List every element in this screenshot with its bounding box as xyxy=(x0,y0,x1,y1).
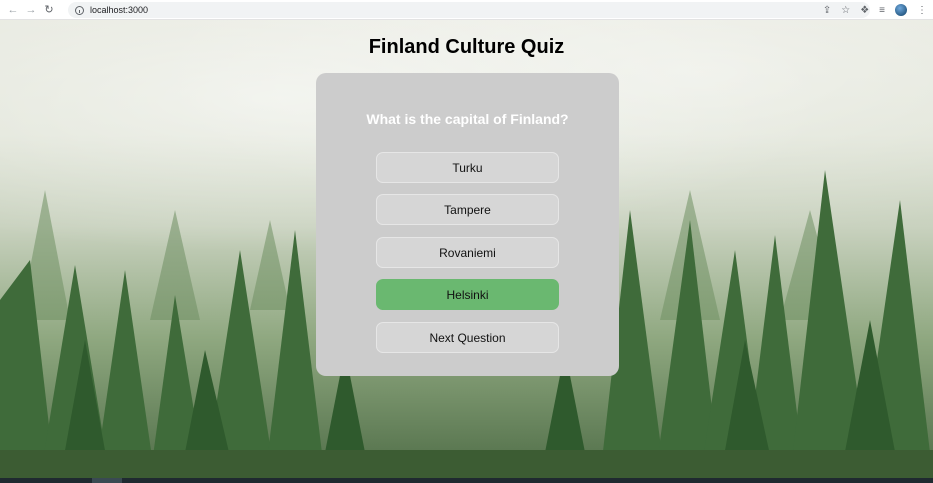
bookmark-star-icon[interactable]: ☆ xyxy=(841,5,850,16)
reload-icon[interactable]: ↻ xyxy=(40,0,58,20)
extensions-icon[interactable]: ❖ xyxy=(860,5,869,16)
answer-button-tampere[interactable]: Tampere xyxy=(376,194,559,225)
share-icon[interactable]: ⇪ xyxy=(823,5,831,16)
answer-button-turku[interactable]: Turku xyxy=(376,152,559,183)
answer-button-helsinki[interactable]: Helsinki xyxy=(376,279,559,310)
back-icon[interactable]: ← xyxy=(4,0,22,20)
taskbar-active-app[interactable] xyxy=(92,478,122,483)
page-viewport: Finland Culture Quiz What is the capital… xyxy=(0,20,933,478)
page-title: Finland Culture Quiz xyxy=(368,36,565,58)
browser-actions: ⇪ ☆ ❖ ≡ ⋮ xyxy=(823,0,927,20)
site-info-icon[interactable] xyxy=(72,3,86,17)
profile-avatar[interactable] xyxy=(895,4,907,16)
answer-button-rovaniemi[interactable]: Rovaniemi xyxy=(376,237,559,268)
browser-toolbar: ← → ↻ localhost:3000 ⇪ ☆ ❖ ≡ ⋮ xyxy=(0,0,933,20)
address-bar[interactable]: localhost:3000 xyxy=(68,2,870,18)
quiz-card: What is the capital of Finland? Turku Ta… xyxy=(316,73,619,376)
url-text[interactable]: localhost:3000 xyxy=(90,5,148,15)
question-text: What is the capital of Finland? xyxy=(366,111,569,127)
os-taskbar xyxy=(0,478,933,483)
media-queue-icon[interactable]: ≡ xyxy=(879,5,885,16)
next-question-button[interactable]: Next Question xyxy=(376,322,559,353)
forward-icon[interactable]: → xyxy=(22,0,40,20)
menu-kebab-icon[interactable]: ⋮ xyxy=(917,5,927,16)
